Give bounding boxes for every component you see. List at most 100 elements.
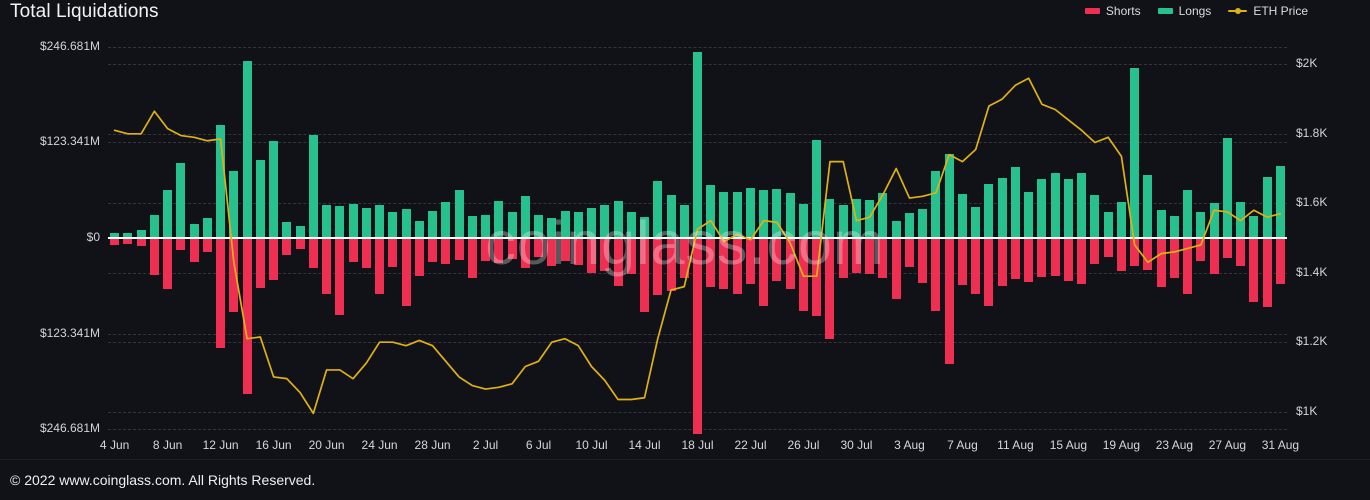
bar-long[interactable] <box>852 198 861 238</box>
bar-long[interactable] <box>706 185 715 238</box>
bar-long[interactable] <box>1051 172 1060 238</box>
bar-long[interactable] <box>1090 195 1099 238</box>
bar-short[interactable] <box>918 238 927 283</box>
bar-short[interactable] <box>282 238 291 256</box>
bar-long[interactable] <box>733 191 742 238</box>
bar-short[interactable] <box>494 238 503 263</box>
bar-long[interactable] <box>1104 211 1113 238</box>
bar-long[interactable] <box>653 180 662 238</box>
bar-long[interactable] <box>719 191 728 238</box>
bar-long[interactable] <box>600 205 609 238</box>
bar-long[interactable] <box>693 52 702 238</box>
bar-short[interactable] <box>468 238 477 279</box>
bar-short[interactable] <box>759 238 768 307</box>
bar-long[interactable] <box>918 208 927 238</box>
bar-long[interactable] <box>269 141 278 238</box>
bar-long[interactable] <box>1117 201 1126 238</box>
bar-long[interactable] <box>428 210 437 238</box>
bar-short[interactable] <box>176 238 185 251</box>
bar-short[interactable] <box>1236 238 1245 266</box>
bar-short[interactable] <box>229 238 238 313</box>
bar-short[interactable] <box>1210 238 1219 275</box>
bar-short[interactable] <box>296 238 305 249</box>
bar-long[interactable] <box>1263 176 1272 238</box>
bar-short[interactable] <box>839 238 848 279</box>
bar-long[interactable] <box>282 221 291 238</box>
bar-long[interactable] <box>1024 191 1033 238</box>
bar-short[interactable] <box>1077 238 1086 285</box>
bar-long[interactable] <box>176 162 185 238</box>
bar-short[interactable] <box>587 238 596 273</box>
bar-long[interactable] <box>759 189 768 238</box>
bar-short[interactable] <box>614 238 623 286</box>
bar-short[interactable] <box>1276 238 1285 284</box>
bar-long[interactable] <box>865 200 874 238</box>
bar-long[interactable] <box>839 205 848 238</box>
bar-short[interactable] <box>905 238 914 268</box>
bar-long[interactable] <box>150 214 159 238</box>
bar-short[interactable] <box>746 238 755 285</box>
bar-short[interactable] <box>931 238 940 311</box>
bar-short[interactable] <box>269 238 278 280</box>
bar-short[interactable] <box>1090 238 1099 264</box>
bar-short[interactable] <box>640 238 649 312</box>
bar-short[interactable] <box>150 238 159 276</box>
bar-short[interactable] <box>1117 238 1126 271</box>
bar-short[interactable] <box>137 238 146 246</box>
bar-long[interactable] <box>971 207 980 238</box>
bar-short[interactable] <box>561 238 570 262</box>
bar-short[interactable] <box>349 238 358 262</box>
bar-long[interactable] <box>878 193 887 238</box>
bar-short[interactable] <box>1024 238 1033 283</box>
bar-long[interactable] <box>534 214 543 238</box>
bar-long[interactable] <box>945 154 954 238</box>
bar-long[interactable] <box>309 135 318 238</box>
bar-long[interactable] <box>163 189 172 238</box>
bar-short[interactable] <box>945 238 954 365</box>
bar-long[interactable] <box>388 211 397 238</box>
bar-short[interactable] <box>1143 238 1152 270</box>
bar-short[interactable] <box>852 238 861 273</box>
bar-short[interactable] <box>1170 238 1179 279</box>
bar-long[interactable] <box>998 178 1007 238</box>
bar-long[interactable] <box>1249 215 1258 238</box>
bar-long[interactable] <box>243 61 252 238</box>
bar-short[interactable] <box>163 238 172 290</box>
bar-long[interactable] <box>362 207 371 238</box>
bar-long[interactable] <box>627 212 636 238</box>
bar-short[interactable] <box>335 238 344 315</box>
bar-long[interactable] <box>508 212 517 238</box>
bar-short[interactable] <box>190 238 199 262</box>
bar-short[interactable] <box>878 238 887 279</box>
bar-short[interactable] <box>1183 238 1192 294</box>
bar-short[interactable] <box>455 238 464 260</box>
bar-long[interactable] <box>190 224 199 238</box>
bar-short[interactable] <box>1064 238 1073 281</box>
bar-short[interactable] <box>534 238 543 257</box>
bar-short[interactable] <box>680 238 689 279</box>
bar-long[interactable] <box>1037 179 1046 238</box>
bar-short[interactable] <box>667 238 676 291</box>
bar-short[interactable] <box>203 238 212 252</box>
bar-short[interactable] <box>733 238 742 294</box>
bar-long[interactable] <box>1276 165 1285 238</box>
bar-short[interactable] <box>428 238 437 262</box>
bar-short[interactable] <box>706 238 715 287</box>
bar-short[interactable] <box>719 238 728 290</box>
bar-short[interactable] <box>1249 238 1258 303</box>
bar-short[interactable] <box>256 238 265 289</box>
bar-long[interactable] <box>547 217 556 238</box>
bar-short[interactable] <box>1011 238 1020 280</box>
bar-short[interactable] <box>521 238 530 269</box>
bar-long[interactable] <box>1077 172 1086 238</box>
bar-long[interactable] <box>203 217 212 238</box>
bar-short[interactable] <box>653 238 662 295</box>
bar-long[interactable] <box>1170 216 1179 238</box>
bar-long[interactable] <box>375 205 384 238</box>
bar-long[interactable] <box>574 211 583 238</box>
bar-short[interactable] <box>243 238 252 395</box>
bar-long[interactable] <box>984 183 993 238</box>
bar-long[interactable] <box>441 202 450 238</box>
bar-long[interactable] <box>825 198 834 238</box>
bar-short[interactable] <box>1104 238 1113 258</box>
